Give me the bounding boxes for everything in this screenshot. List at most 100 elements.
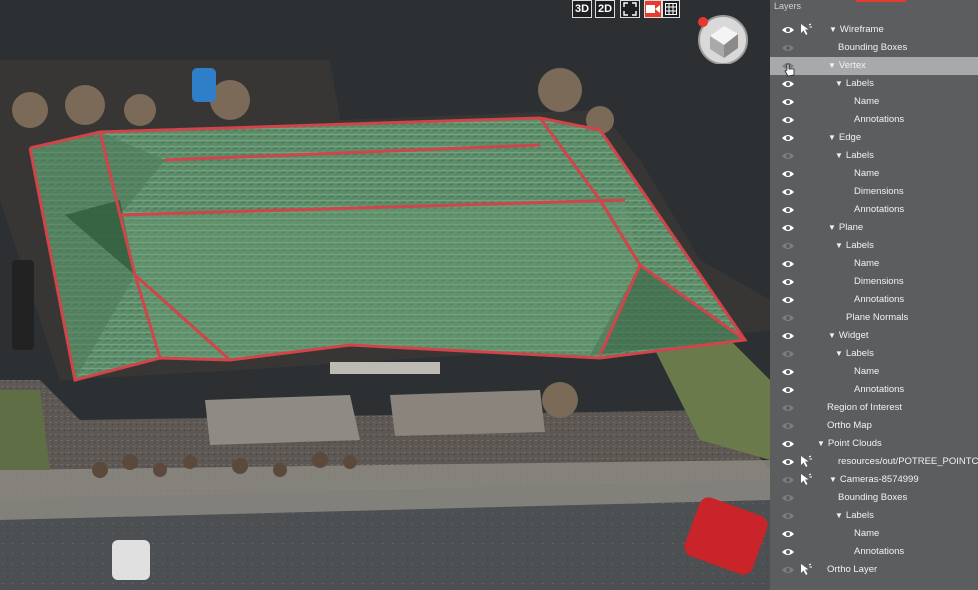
eye-icon[interactable] — [782, 115, 794, 125]
eye-icon[interactable] — [782, 187, 794, 197]
eye-icon[interactable] — [782, 295, 794, 305]
layer-row[interactable]: ▼ Point Clouds — [770, 435, 978, 453]
view-2d-button[interactable]: 2D — [595, 0, 615, 18]
eye-icon[interactable] — [782, 457, 794, 467]
layer-row[interactable]: ▼ Labels — [770, 147, 978, 165]
layer-name: Bounding Boxes — [838, 492, 908, 503]
layer-row[interactable]: Annotations — [770, 201, 978, 219]
eye-icon[interactable] — [782, 169, 794, 179]
layer-row[interactable]: ▼ Labels — [770, 75, 978, 93]
expand-caret-icon[interactable]: ▼ — [828, 223, 836, 232]
layer-row[interactable]: ▼ Plane — [770, 219, 978, 237]
layer-row[interactable]: Name — [770, 165, 978, 183]
layer-row[interactable]: Dimensions — [770, 273, 978, 291]
eye-hidden-icon[interactable] — [782, 475, 794, 485]
eye-hidden-icon[interactable] — [782, 403, 794, 413]
eye-hidden-icon[interactable] — [782, 241, 794, 251]
layer-row[interactable]: resources/out/POTREE_POINTC — [770, 453, 978, 471]
layer-row-label: Dimensions — [854, 276, 904, 287]
layer-row[interactable]: ▼ Wireframe — [770, 21, 978, 39]
eye-hidden-icon[interactable] — [782, 349, 794, 359]
layer-name: Dimensions — [854, 186, 904, 197]
layer-row[interactable]: Annotations — [770, 543, 978, 561]
expand-caret-icon[interactable]: ▼ — [828, 331, 836, 340]
layer-row[interactable]: Name — [770, 363, 978, 381]
eye-icon[interactable] — [782, 205, 794, 215]
layer-row[interactable]: Name — [770, 93, 978, 111]
layer-row[interactable]: ▼ Widget — [770, 327, 978, 345]
expand-caret-icon[interactable]: ▼ — [828, 61, 836, 70]
expand-caret-icon[interactable]: ▼ — [835, 349, 843, 358]
layer-row[interactable]: Dimensions — [770, 183, 978, 201]
expand-caret-icon[interactable]: ▼ — [835, 241, 843, 250]
eye-hidden-icon[interactable] — [782, 565, 794, 575]
expand-caret-icon[interactable]: ▼ — [817, 439, 825, 448]
eye-icon[interactable] — [782, 133, 794, 143]
layer-row[interactable]: Annotations — [770, 111, 978, 129]
eye-hidden-icon[interactable] — [782, 421, 794, 431]
layer-name: Name — [854, 96, 880, 107]
eye-icon[interactable] — [782, 259, 794, 269]
layer-row-label: Annotations — [854, 294, 904, 305]
layer-row[interactable]: ▼ Vertex — [770, 57, 978, 77]
layer-row[interactable]: ▼ Edge — [770, 129, 978, 147]
layer-row-label: resources/out/POTREE_POINTC — [838, 456, 978, 467]
layer-row[interactable]: ▼ Cameras-8574999 — [770, 471, 978, 489]
expand-caret-icon[interactable]: ▼ — [835, 79, 843, 88]
expand-caret-icon[interactable]: ▼ — [829, 475, 837, 484]
layer-row-label: Plane Normals — [846, 312, 908, 323]
layer-row[interactable]: Plane Normals — [770, 309, 978, 327]
layer-row[interactable]: Ortho Map — [770, 417, 978, 435]
layer-row[interactable]: ▼ Labels — [770, 237, 978, 255]
selectable-pointer-icon[interactable] — [800, 473, 812, 486]
eye-hidden-icon[interactable] — [782, 43, 794, 53]
layer-name: Plane Normals — [846, 312, 909, 323]
eye-icon[interactable] — [782, 547, 794, 557]
layer-name: Name — [854, 366, 880, 377]
layer-name: Dimensions — [854, 276, 904, 287]
view-3d-button[interactable]: 3D — [572, 0, 592, 18]
layer-row[interactable]: Annotations — [770, 381, 978, 399]
layer-row[interactable]: Name — [770, 525, 978, 543]
layer-row-label: Name — [854, 96, 879, 107]
camera-record-button[interactable] — [644, 0, 662, 18]
expand-caret-icon[interactable]: ▼ — [835, 511, 843, 520]
selectable-pointer-icon[interactable] — [800, 563, 812, 576]
eye-hidden-icon[interactable] — [782, 151, 794, 161]
layer-row[interactable]: ▼ Labels — [770, 507, 978, 525]
point-cloud-viewport[interactable]: 3D 2D — [0, 0, 770, 590]
layer-row[interactable]: Region of Interest — [770, 399, 978, 417]
layer-row[interactable]: Ortho Layer — [770, 561, 978, 579]
layer-row[interactable]: Bounding Boxes — [770, 39, 978, 57]
scene-render — [0, 60, 770, 590]
eye-icon[interactable] — [782, 223, 794, 233]
expand-caret-icon[interactable]: ▼ — [829, 25, 837, 34]
layer-row-label: Name — [854, 366, 879, 377]
expand-icon — [623, 2, 637, 16]
eye-icon[interactable] — [782, 367, 794, 377]
eye-hidden-icon[interactable] — [782, 313, 794, 323]
eye-icon[interactable] — [782, 25, 794, 35]
eye-icon[interactable] — [782, 277, 794, 287]
orientation-cube-icon — [698, 15, 748, 65]
expand-caret-icon[interactable]: ▼ — [828, 133, 836, 142]
layer-row[interactable]: Bounding Boxes — [770, 489, 978, 507]
grid-toggle-button[interactable] — [662, 0, 680, 18]
eye-hidden-icon[interactable] — [782, 511, 794, 521]
eye-icon[interactable] — [782, 331, 794, 341]
eye-icon[interactable] — [782, 97, 794, 107]
selectable-pointer-icon[interactable] — [800, 23, 812, 36]
fullscreen-button[interactable] — [620, 0, 640, 18]
eye-hidden-icon[interactable] — [782, 493, 794, 503]
layer-row[interactable]: Annotations — [770, 291, 978, 309]
selectable-pointer-icon[interactable] — [800, 455, 812, 468]
layer-row[interactable]: ▼ Labels — [770, 345, 978, 363]
expand-caret-icon[interactable]: ▼ — [835, 151, 843, 160]
layer-row[interactable]: Name — [770, 255, 978, 273]
navigation-cube[interactable] — [694, 12, 750, 65]
eye-icon[interactable] — [782, 439, 794, 449]
layer-name: Edge — [838, 132, 862, 143]
eye-icon[interactable] — [782, 385, 794, 395]
eye-icon[interactable] — [782, 79, 794, 89]
eye-icon[interactable] — [782, 529, 794, 539]
